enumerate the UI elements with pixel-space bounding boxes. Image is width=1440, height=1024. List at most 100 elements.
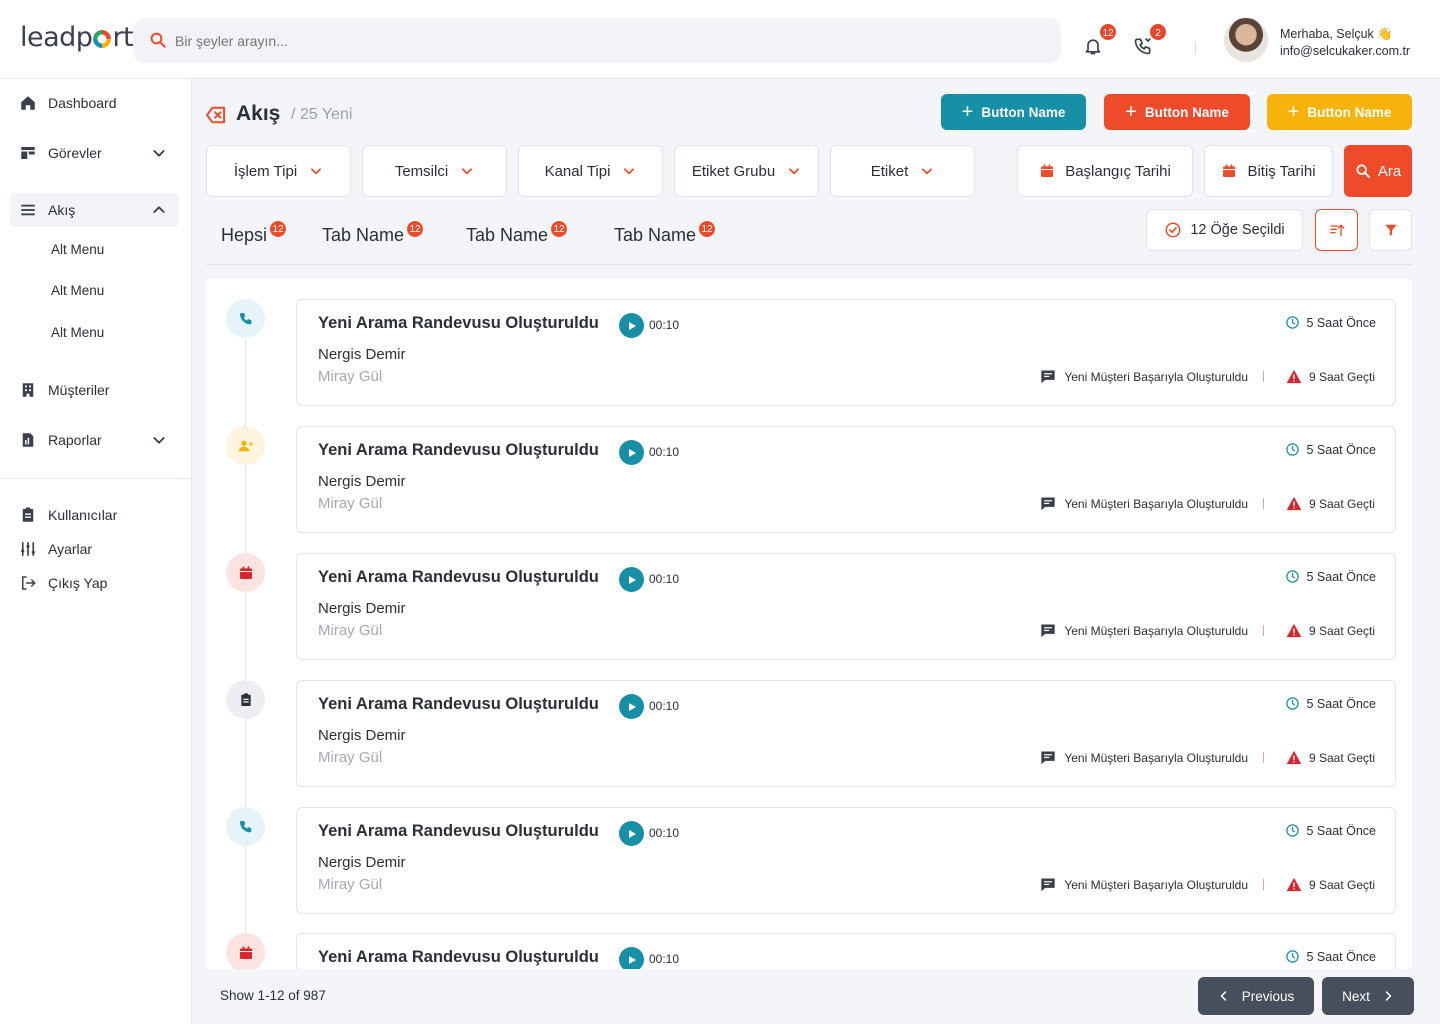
overdue-warning: 9 Saat Geçti — [1286, 750, 1375, 765]
sidebar-subitem[interactable]: Alt Menu — [51, 325, 104, 340]
report-icon — [18, 430, 38, 450]
start-date-label: Başlangıç Tarihi — [1065, 162, 1171, 180]
card-title: Yeni Arama Randevusu Oluşturuldu — [318, 568, 599, 586]
primary-action-button[interactable]: + Button Name — [941, 94, 1086, 130]
warning-icon — [1286, 369, 1302, 384]
filter-etiket-grubu[interactable]: Etiket Grubu — [674, 145, 819, 197]
chevron-down-icon — [922, 168, 933, 175]
sidebar-item-label: Müşteriler — [48, 382, 110, 398]
user-email: info@selcukaker.com.tr — [1280, 44, 1411, 58]
overdue-label: 9 Saat Geçti — [1308, 623, 1375, 638]
status-message: Yeni Müşteri Başarıyla Oluşturuldu — [1040, 877, 1248, 892]
sidebar-item-musteriler[interactable]: Müşteriler — [10, 373, 179, 407]
check-circle-icon — [1165, 222, 1181, 238]
filter-islem-tipi[interactable]: İşlem Tipi — [206, 145, 351, 197]
time-ago: 5 Saat Önce — [1285, 569, 1376, 584]
list-icon — [18, 200, 38, 220]
feed-card[interactable]: Yeni Arama Randevusu Oluşturuldu 00:10 N… — [296, 680, 1396, 787]
filter-button[interactable] — [1369, 209, 1412, 251]
user-add-icon — [226, 426, 265, 465]
play-button[interactable] — [619, 821, 644, 846]
missed-calls-badge: 2 — [1148, 22, 1168, 42]
message-icon — [1041, 624, 1056, 638]
divider — [206, 264, 1412, 265]
sidebar-item-cikis[interactable]: Çıkış Yap — [10, 566, 179, 600]
next-button[interactable]: Next — [1322, 977, 1414, 1015]
overdue-warning: 9 Saat Geçti — [1286, 877, 1375, 892]
button-label: Button Name — [1144, 104, 1229, 120]
status-message-label: Yeni Müşteri Başarıyla Oluşturuldu — [1064, 623, 1248, 638]
sidebar-item-label: Akış — [48, 202, 76, 218]
sidebar-item-ayarlar[interactable]: Ayarlar — [10, 532, 179, 566]
play-button[interactable] — [619, 567, 644, 592]
sidebar-item-gorevler[interactable]: Görevler — [10, 136, 179, 170]
feed-card[interactable]: Yeni Arama Randevusu Oluşturuldu 00:10 N… — [296, 426, 1396, 533]
sidebar-subitem[interactable]: Alt Menu — [51, 242, 104, 257]
play-button[interactable] — [619, 440, 644, 465]
overdue-label: 9 Saat Geçti — [1308, 877, 1375, 892]
feed-card[interactable]: Yeni Arama Randevusu Oluşturuldu 00:10 5… — [296, 933, 1396, 969]
end-date-picker[interactable]: Bitiş Tarihi — [1204, 145, 1333, 197]
sort-button[interactable] — [1315, 209, 1358, 251]
chevron-down-icon — [153, 437, 165, 444]
tab-item[interactable]: Tab Name 12 — [466, 220, 569, 246]
logo[interactable]: leadp rt — [20, 22, 134, 53]
backspace-icon[interactable] — [205, 106, 227, 124]
search-button[interactable]: Ara — [1344, 145, 1412, 197]
search-bar[interactable] — [133, 18, 1061, 63]
play-icon — [628, 702, 636, 711]
filter-kanal-tipi[interactable]: Kanal Tipi — [518, 145, 663, 197]
play-button[interactable] — [619, 947, 644, 969]
tertiary-action-button[interactable]: + Button Name — [1267, 94, 1412, 130]
call-duration: 00:10 — [649, 826, 680, 840]
sidebar-item-akis[interactable]: Akış — [10, 193, 179, 227]
calendar-icon — [226, 553, 265, 592]
sidebar-item-dashboard[interactable]: Dashboard — [10, 86, 179, 120]
next-label: Next — [1342, 988, 1370, 1004]
play-button[interactable] — [619, 313, 644, 338]
building-icon — [18, 380, 38, 400]
chevron-down-icon — [462, 168, 473, 175]
tab-item[interactable]: Tab Name 12 — [614, 220, 717, 246]
feed-card[interactable]: Yeni Arama Randevusu Oluşturuldu 00:10 N… — [296, 299, 1396, 406]
selected-items-button[interactable]: 12 Öğe Seçildi — [1146, 209, 1303, 251]
start-date-picker[interactable]: Başlangıç Tarihi — [1017, 145, 1193, 197]
missed-calls-button[interactable]: 2 — [1133, 22, 1168, 61]
filter-etiket[interactable]: Etiket — [830, 145, 975, 197]
chevron-down-icon — [153, 150, 165, 157]
message-icon — [1041, 497, 1056, 511]
secondary-action-button[interactable]: + Button Name — [1104, 94, 1250, 130]
tab-label: Tab Name — [322, 225, 405, 245]
time-ago-label: 5 Saat Önce — [1306, 696, 1377, 711]
sidebar-item-raporlar[interactable]: Raporlar — [10, 423, 179, 457]
tab-item[interactable]: Tab Name 12 — [322, 220, 425, 246]
notification-button[interactable]: 12 — [1083, 22, 1118, 61]
tab-label: Tab Name — [614, 225, 697, 245]
clock-icon — [1285, 570, 1299, 583]
overdue-label: 9 Saat Geçti — [1308, 496, 1375, 511]
search-input[interactable] — [175, 18, 1035, 63]
sliders-icon — [18, 539, 38, 559]
tab-hepsi[interactable]: Hepsi 12 — [221, 220, 288, 246]
sidebar-item-kullanicilar[interactable]: Kullanıcılar — [10, 498, 179, 532]
sidebar-item-label: Görevler — [48, 145, 102, 161]
clock-icon — [1285, 824, 1299, 837]
sidebar-subitem[interactable]: Alt Menu — [51, 283, 104, 298]
previous-button[interactable]: Previous — [1198, 977, 1314, 1015]
avatar[interactable] — [1224, 18, 1268, 62]
feed-card[interactable]: Yeni Arama Randevusu Oluşturuldu 00:10 N… — [296, 807, 1396, 914]
overdue-label: 9 Saat Geçti — [1308, 369, 1375, 384]
page-title: Akış — [236, 102, 281, 125]
calendar-icon — [226, 933, 265, 969]
feed-card[interactable]: Yeni Arama Randevusu Oluşturuldu 00:10 N… — [296, 553, 1396, 660]
previous-label: Previous — [1241, 988, 1295, 1004]
plus-icon: + — [961, 101, 974, 123]
divider — [1263, 625, 1264, 636]
card-title: Yeni Arama Randevusu Oluşturuldu — [318, 441, 599, 459]
filter-label: Etiket — [870, 162, 909, 180]
call-duration: 00:10 — [649, 445, 680, 459]
filter-temsilci[interactable]: Temsilci — [362, 145, 507, 197]
call-duration: 00:10 — [649, 572, 680, 586]
call-duration: 00:10 — [649, 699, 680, 713]
play-button[interactable] — [619, 694, 644, 719]
